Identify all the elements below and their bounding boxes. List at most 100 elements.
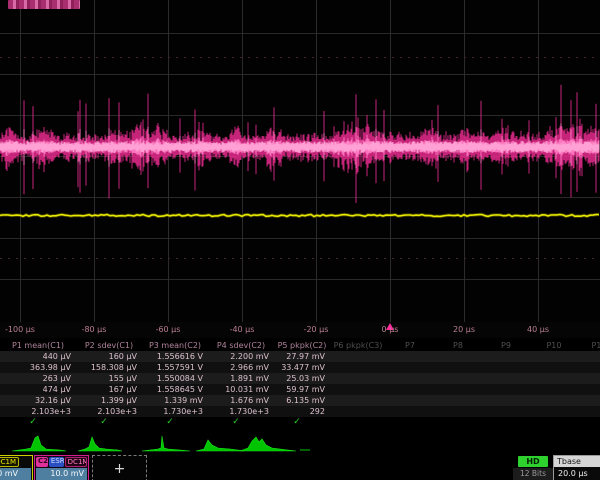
add-trace-button[interactable]: + [92,455,147,480]
measurement-table: P1 mean(C1)P2 sdev(C1)P3 mean(C2)P4 sdev… [0,340,600,428]
measurement-header[interactable]: P7 [386,340,434,351]
oscilloscope-screen: -100 µs -80 µs -60 µs -40 µs -20 µs 0 µs 20 µs… [0,0,600,480]
measurement-header[interactable]: P3 mean(C2) [142,340,208,351]
c2-esr-badge: ESR [49,457,64,467]
waveform-traces [0,0,600,322]
measurement-value: 160 µV [76,351,142,362]
measurement-value: 25.03 mV [274,373,330,384]
measurement-value: 1.339 mV [142,395,208,406]
measurement-header[interactable]: P1 mean(C1) [0,340,76,351]
measurement-value [482,384,530,395]
channel-c2-descriptor[interactable]: C2 ESR DC1M 10.0 mV [34,455,89,480]
measurement-value [578,406,600,417]
waveform-graticule [0,0,600,322]
timebase-descriptor[interactable]: Tbase 20.0 µs [553,455,600,480]
table-row: 263 µV155 µV1.550084 V1.891 mV25.03 mV [0,373,600,384]
measurement-value: 33.477 mV [274,362,330,373]
time-axis-label: 20 µs [453,325,475,334]
table-row: 474 µV167 µV1.558645 V10.031 mV59.97 mV [0,384,600,395]
measurement-value [330,384,386,395]
measurement-value [482,351,530,362]
histicon [78,437,122,451]
measurement-value: 32.16 µV [0,395,76,406]
measurement-value [330,351,386,362]
table-row: ✓✓✓✓✓ [0,417,600,428]
measurement-value [330,373,386,384]
measurement-value [578,362,600,373]
measurement-value [330,406,386,417]
measurement-header[interactable]: P10 [530,340,578,351]
measurement-value: 6.135 mV [274,395,330,406]
measurement-value [434,384,482,395]
hd-mode-badge: HD [518,456,548,467]
measurement-value [530,373,578,384]
timebase-value: 20.0 µs [554,467,600,480]
channel-c1-descriptor[interactable]: DC1M 0 mV [0,455,33,480]
measurement-value: 2.200 mV [208,351,274,362]
time-axis-label: -80 µs [82,325,107,334]
measurement-value: 1.891 mV [208,373,274,384]
measurement-value: 59.97 mV [274,384,330,395]
measurement-value [434,351,482,362]
time-axis-label: -100 µs [5,325,35,334]
measurement-header[interactable]: P4 sdev(C2) [208,340,274,351]
measurement-value [386,384,434,395]
measurement-value: 27.97 mV [274,351,330,362]
measurement-header[interactable]: P8 [434,340,482,351]
measurement-value: 2.103e+3 [0,406,76,417]
measurement-value [530,395,578,406]
measurement-value [482,362,530,373]
measurement-value [578,351,600,362]
measurement-value [386,406,434,417]
time-axis-label: 0 µs [382,325,399,334]
c1-volts-per-div: 0 mV [0,468,31,480]
measurement-value [434,395,482,406]
measurement-value: 1.676 mV [208,395,274,406]
measurement-value [578,373,600,384]
measurement-value [530,384,578,395]
measurement-header[interactable]: P2 sdev(C1) [76,340,142,351]
measurement-value: 292 [274,406,330,417]
c2-volts-per-div: 10.0 mV [36,468,87,480]
bottom-bar: DC1M 0 mV C2 ESR DC1M 10.0 mV + HD 12 Bi… [0,455,600,480]
measurement-value: 1.730e+3 [208,406,274,417]
measurement-header[interactable]: P9 [482,340,530,351]
timebase-title: Tbase [554,456,600,467]
time-axis-label: -20 µs [304,325,329,334]
measurement-value: 2.966 mV [208,362,274,373]
table-row: 2.103e+32.103e+31.730e+31.730e+3292 [0,406,600,417]
measurement-value [330,395,386,406]
time-axis-label: -40 µs [230,325,255,334]
measurement-value [482,406,530,417]
measurement-value [482,395,530,406]
measurement-status-check: ✓ [274,417,330,428]
c2-coupling-badge: DC1M [65,457,87,467]
measurement-value: 1.550084 V [142,373,208,384]
measurement-value: 158.308 µV [76,362,142,373]
histicon [240,437,296,451]
measurement-histicons [0,431,600,454]
histicon [12,436,66,451]
measurement-header[interactable]: P5 pkpk(C2) [274,340,330,351]
measurement-value: 167 µV [76,384,142,395]
measurement-value [386,395,434,406]
measurement-value [530,362,578,373]
time-axis-label: 40 µs [527,325,549,334]
c1-coupling-badge: DC1M [0,457,19,467]
measurement-status-check: ✓ [76,417,142,428]
table-row: 440 µV160 µV1.556616 V2.200 mV27.97 mV [0,351,600,362]
measurement-header[interactable]: P11 [578,340,600,351]
measurement-value: 1.556616 V [142,351,208,362]
measurement-value: 1.557591 V [142,362,208,373]
measurement-value: 474 µV [0,384,76,395]
histicon [142,436,190,451]
table-row: 363.98 µV158.308 µV1.557591 V2.966 mV33.… [0,362,600,373]
measurement-header[interactable]: P6 pkpk(C3) [330,340,386,351]
measurement-value [434,406,482,417]
measurement-value [578,384,600,395]
measurement-value: 155 µV [76,373,142,384]
table-row: 32.16 µV1.399 µV1.339 mV1.676 mV6.135 mV [0,395,600,406]
time-axis-label: -60 µs [156,325,181,334]
measurement-value: 10.031 mV [208,384,274,395]
histicon [196,440,244,451]
